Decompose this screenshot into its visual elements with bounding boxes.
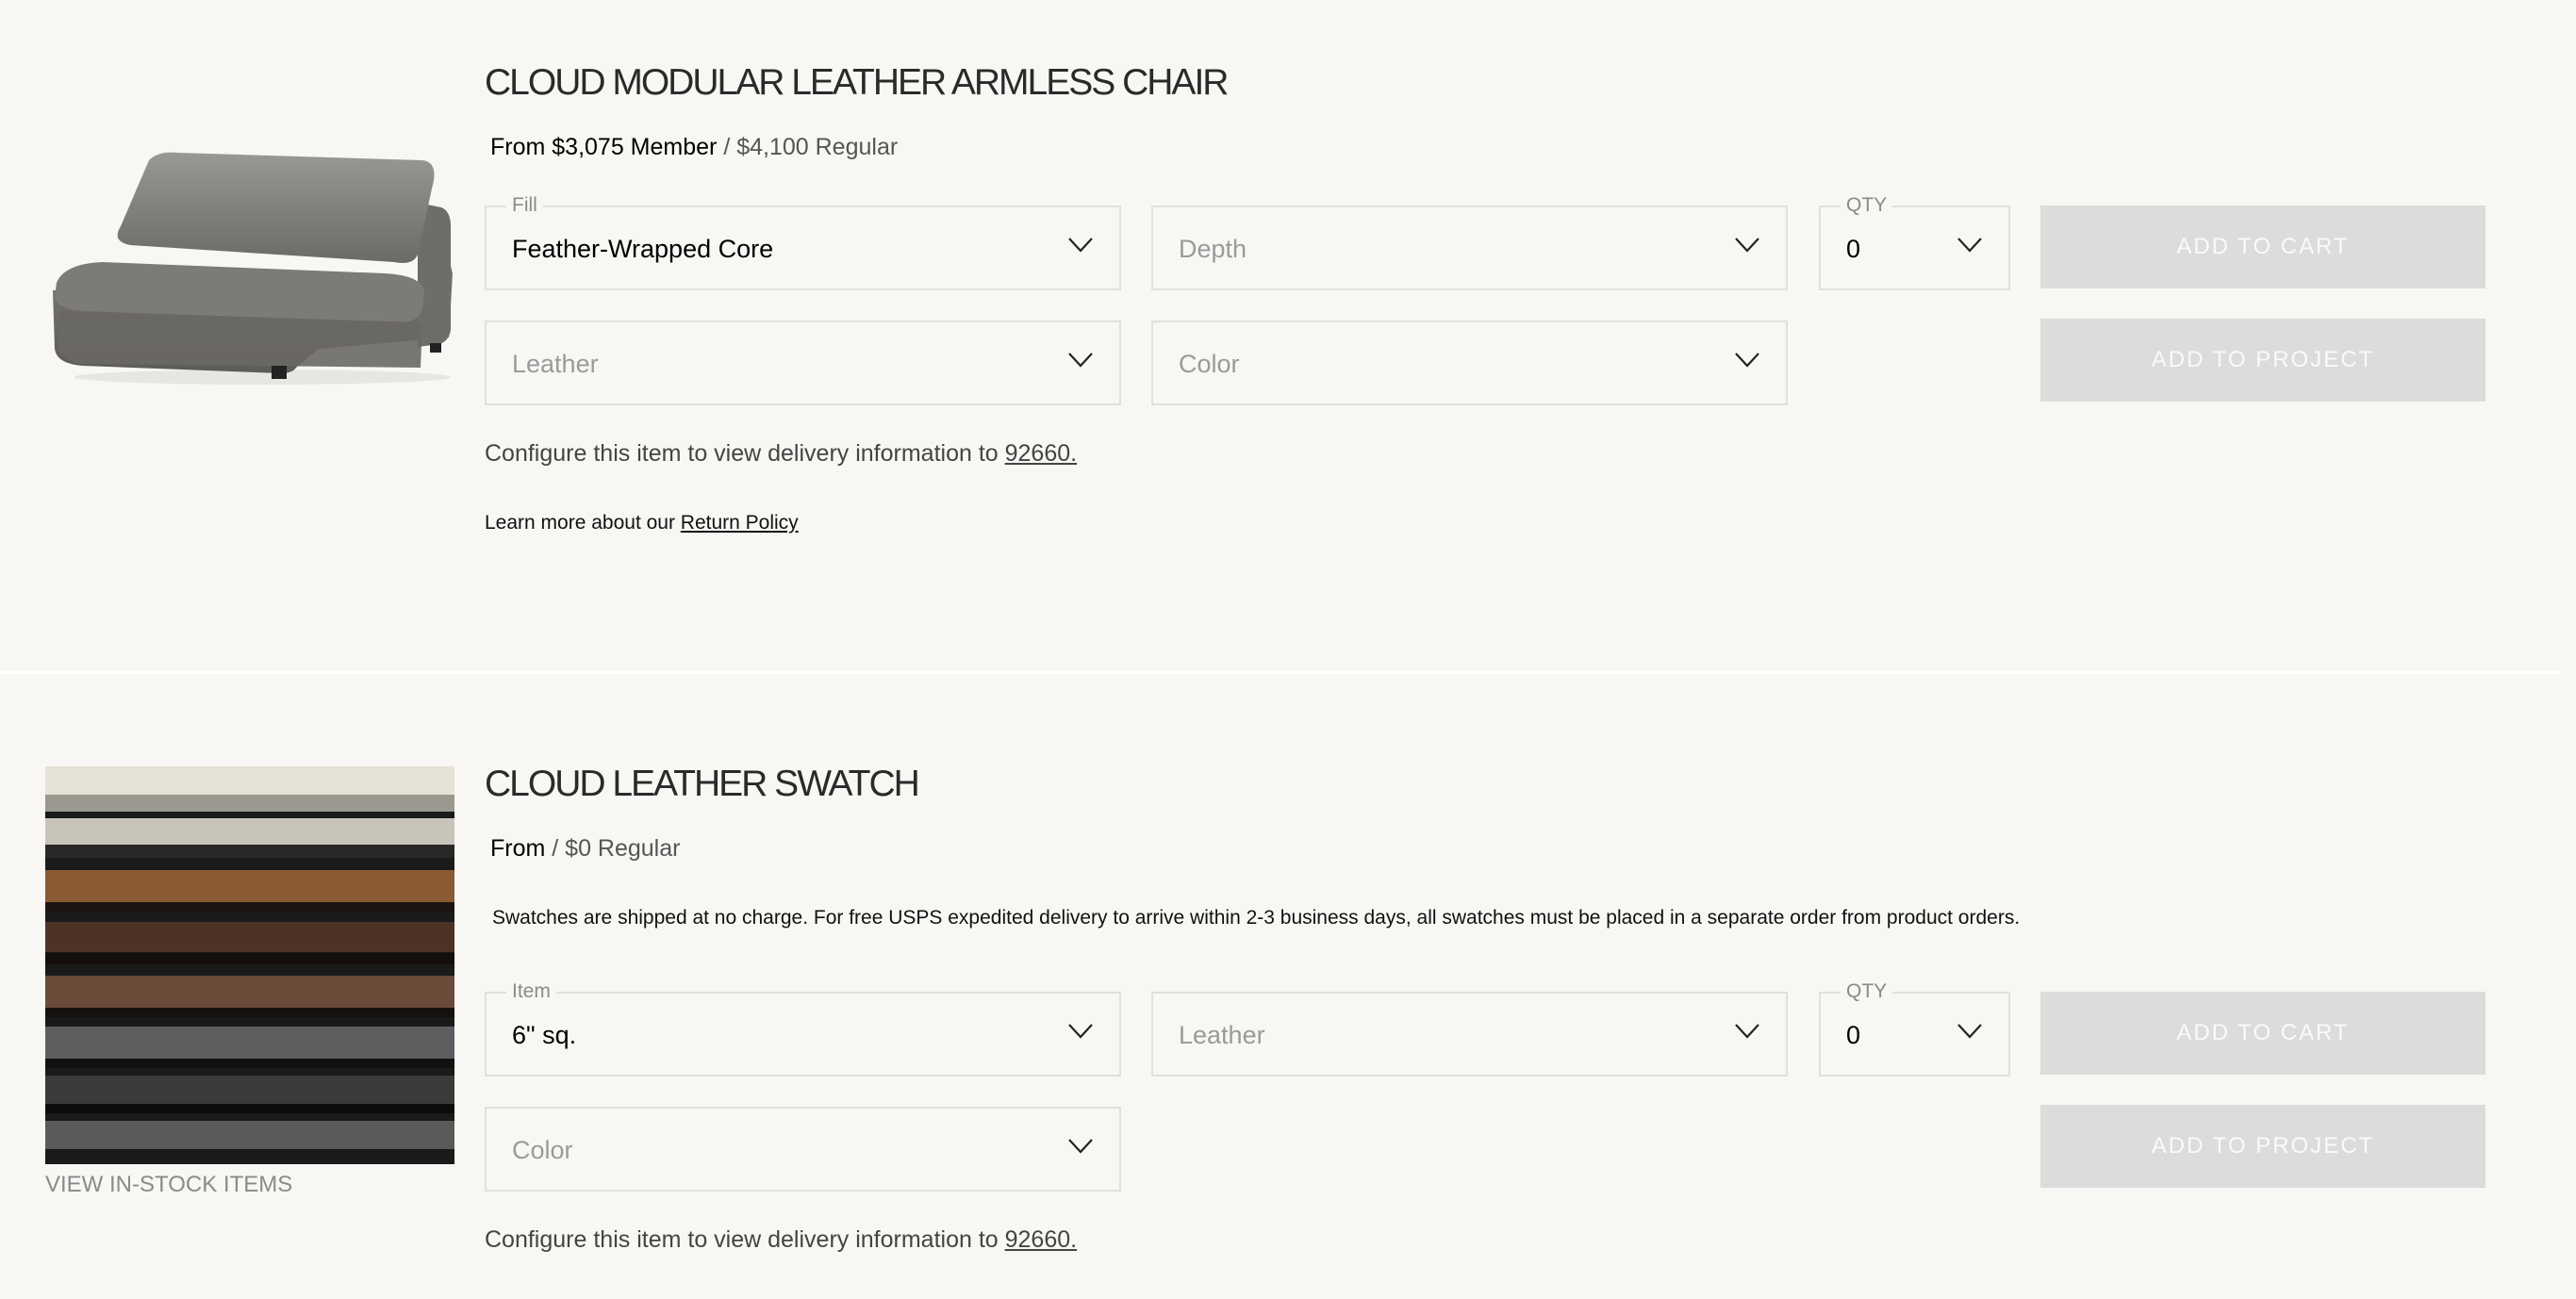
fill-label: Fill [506, 194, 543, 217]
color-select[interactable]: Color [485, 1107, 1121, 1192]
leather-select[interactable]: Leather [1151, 992, 1788, 1077]
zip-code-link[interactable]: 92660. [1005, 440, 1077, 467]
delivery-text: Configure this item to view delivery inf… [485, 440, 1005, 467]
qty-label: QTY [1841, 980, 1893, 1003]
chevron-down-icon [1068, 353, 1093, 368]
chevron-down-icon [1068, 1024, 1093, 1039]
product-title: CLOUD MODULAR LEATHER ARMLESS CHAIR [485, 62, 1229, 103]
depth-placeholder: Depth [1179, 235, 1247, 263]
chevron-down-icon [1735, 238, 1759, 253]
product-price: From / $0 Regular [490, 835, 680, 863]
qty-value: 0 [1846, 1021, 1861, 1049]
item-label: Item [506, 980, 556, 1003]
delivery-text: Configure this item to view delivery inf… [485, 1226, 1005, 1253]
color-placeholder: Color [1179, 350, 1240, 378]
chevron-down-icon [1068, 238, 1093, 253]
return-policy-link[interactable]: Return Policy [681, 512, 799, 534]
item-value: 6" sq. [512, 1021, 577, 1049]
leather-placeholder: Leather [1179, 1021, 1265, 1049]
add-to-cart-button[interactable]: ADD TO CART [2040, 206, 2485, 288]
product-price: From $3,075 Member / $4,100 Regular [490, 134, 898, 161]
product-title: CLOUD LEATHER SWATCH [485, 764, 920, 804]
view-in-stock-link[interactable]: VIEW IN-STOCK ITEMS [45, 1172, 292, 1198]
qty-value: 0 [1846, 235, 1861, 263]
member-price: From [490, 835, 546, 862]
delivery-info: Configure this item to view delivery inf… [485, 1226, 1077, 1254]
return-policy-info: Learn more about our Return Policy [485, 512, 799, 534]
add-to-project-button[interactable]: ADD TO PROJECT [2040, 319, 2485, 402]
leather-select[interactable]: Leather [485, 321, 1121, 405]
leather-placeholder: Leather [512, 350, 599, 378]
add-to-cart-button[interactable]: ADD TO CART [2040, 992, 2485, 1075]
fill-select[interactable]: Fill Feather-Wrapped Core [485, 194, 1121, 290]
zip-code-link[interactable]: 92660. [1005, 1226, 1077, 1253]
return-text: Learn more about our [485, 512, 681, 534]
qty-label: QTY [1841, 194, 1893, 217]
qty-select[interactable]: QTY 0 [1819, 980, 2010, 1077]
chair-image[interactable] [45, 141, 454, 386]
item-select[interactable]: Item 6" sq. [485, 980, 1121, 1077]
chevron-down-icon [1068, 1139, 1093, 1154]
chevron-down-icon [1957, 238, 1982, 253]
add-to-project-button[interactable]: ADD TO PROJECT [2040, 1105, 2485, 1188]
chevron-down-icon [1735, 353, 1759, 368]
regular-price: / $0 Regular [545, 835, 681, 862]
color-select[interactable]: Color [1151, 321, 1788, 405]
fill-value: Feather-Wrapped Core [512, 235, 774, 263]
swatch-image[interactable] [45, 766, 454, 1164]
chevron-down-icon [1957, 1024, 1982, 1039]
depth-select[interactable]: Depth [1151, 206, 1788, 290]
section-divider [0, 671, 2560, 674]
member-price: From $3,075 Member [490, 134, 718, 160]
swatch-shipping-note: Swatches are shipped at no charge. For f… [492, 907, 2021, 929]
qty-select[interactable]: QTY 0 [1819, 194, 2010, 290]
regular-price: / $4,100 Regular [717, 134, 899, 160]
delivery-info: Configure this item to view delivery inf… [485, 440, 1077, 468]
color-placeholder: Color [512, 1136, 573, 1164]
chevron-down-icon [1735, 1024, 1759, 1039]
